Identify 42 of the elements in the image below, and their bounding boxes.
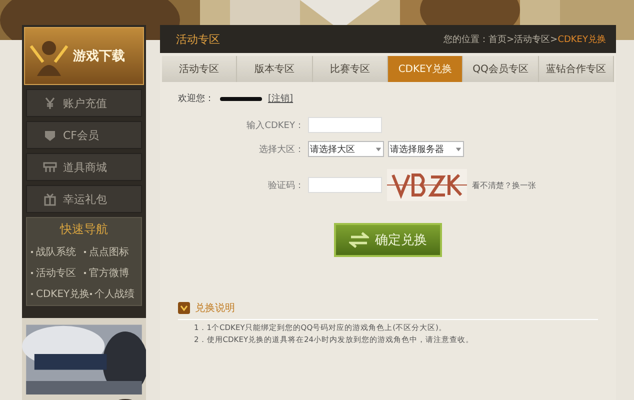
tab[interactable]: 版本专区 [237,56,313,82]
dropdown-arrow-icon [375,146,382,152]
quick-nav-link[interactable]: 战队系统 [36,245,76,259]
logout-link[interactable]: [注销] [268,92,294,105]
sidebar-item[interactable]: 道具商城 [26,153,142,181]
redaction-mark [220,96,262,100]
captcha-field[interactable] [308,177,382,193]
region-dropdown[interactable]: 请选择大区 [308,141,384,157]
game-download-banner[interactable]: 游戏下载 [24,27,144,85]
yen-icon [43,96,57,110]
gift-icon [43,192,57,206]
breadcrumb: 您的位置：首页>活动专区>CDKEY兑换 [444,34,606,46]
quick-nav-link[interactable]: 个人战绩 [94,287,135,301]
quick-nav-link[interactable]: 官方微博 [89,266,129,280]
tab[interactable]: 比赛专区 [312,56,388,82]
dropdown-arrow-icon [455,146,462,152]
field-label: 验证码： [267,180,304,192]
tab[interactable]: 蓝钻合作专区 [538,56,614,82]
submit-button[interactable]: 确定兑换 [334,223,442,257]
sidebar-item[interactable]: 幸运礼包 [26,185,142,213]
cart-icon [43,160,57,174]
sidebar-item[interactable]: 账户充值 [26,89,142,117]
field-label: 选择大区： [258,144,304,156]
notice-icon [178,302,190,314]
banner-title: 游戏下载 [73,48,125,65]
badge-icon [43,128,57,142]
cdkey-field[interactable] [308,117,382,133]
server-dropdown[interactable]: 请选择服务器 [388,141,464,157]
quick-nav-title: 快速导航 [58,221,109,238]
swap-arrows-icon [349,232,369,248]
refresh-captcha-link[interactable]: 看不清楚？换一张 [472,180,536,190]
quick-nav-link[interactable]: 点点图标 [89,245,129,259]
quick-nav-link[interactable]: 活动专区 [36,266,76,280]
notes-title: 兑换说明 [195,302,235,315]
quick-nav-link[interactable]: CDKEY兑换 [36,287,90,301]
tab[interactable]: CDKEY兑换 [388,56,464,82]
tab[interactable]: 活动专区 [162,56,238,82]
tab[interactable]: QQ会员专区 [463,56,539,82]
section-title: 活动专区 [176,32,220,46]
field-label: 输入CDKEY： [246,120,304,132]
sidebar-item[interactable]: CF会员 [26,121,142,149]
welcome-label: 欢迎您： [178,92,214,105]
